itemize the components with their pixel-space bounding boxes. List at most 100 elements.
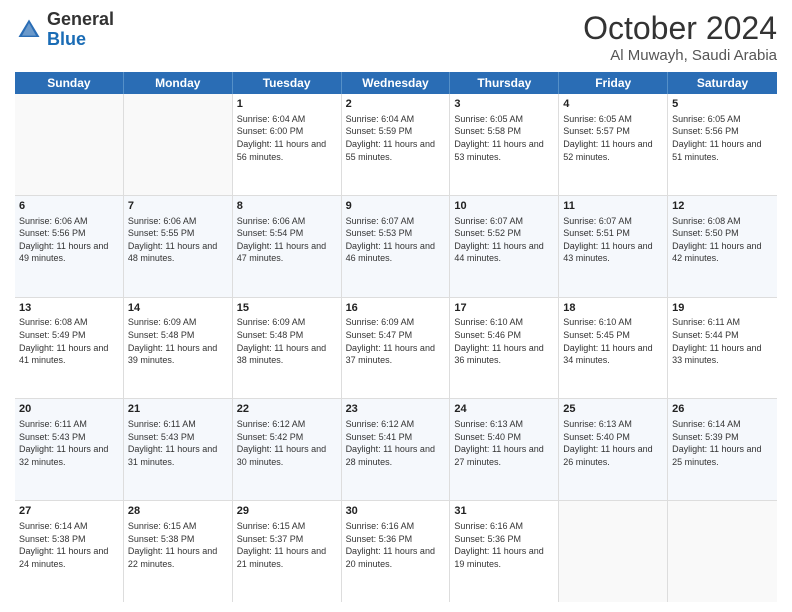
logo-blue: Blue	[47, 29, 86, 49]
day-number: 14	[128, 301, 228, 316]
day-number: 17	[454, 301, 554, 316]
cell-info: Sunrise: 6:16 AMSunset: 5:36 PMDaylight:…	[454, 520, 554, 570]
calendar-header-cell: Wednesday	[342, 72, 451, 94]
calendar-cell: 22Sunrise: 6:12 AMSunset: 5:42 PMDayligh…	[233, 399, 342, 500]
calendar-cell: 19Sunrise: 6:11 AMSunset: 5:44 PMDayligh…	[668, 298, 777, 399]
calendar-header-cell: Saturday	[668, 72, 777, 94]
day-number: 3	[454, 97, 554, 112]
logo-general: General	[47, 9, 114, 29]
day-number: 19	[672, 301, 773, 316]
calendar-cell	[559, 501, 668, 602]
day-number: 22	[237, 402, 337, 417]
day-number: 28	[128, 504, 228, 519]
calendar-cell: 21Sunrise: 6:11 AMSunset: 5:43 PMDayligh…	[124, 399, 233, 500]
calendar-header-cell: Tuesday	[233, 72, 342, 94]
calendar-cell: 30Sunrise: 6:16 AMSunset: 5:36 PMDayligh…	[342, 501, 451, 602]
day-number: 2	[346, 97, 446, 112]
calendar-header: SundayMondayTuesdayWednesdayThursdayFrid…	[15, 72, 777, 94]
cell-info: Sunrise: 6:09 AMSunset: 5:47 PMDaylight:…	[346, 316, 446, 366]
cell-info: Sunrise: 6:11 AMSunset: 5:43 PMDaylight:…	[128, 418, 228, 468]
cell-info: Sunrise: 6:10 AMSunset: 5:45 PMDaylight:…	[563, 316, 663, 366]
day-number: 30	[346, 504, 446, 519]
calendar-cell: 17Sunrise: 6:10 AMSunset: 5:46 PMDayligh…	[450, 298, 559, 399]
calendar-row: 6Sunrise: 6:06 AMSunset: 5:56 PMDaylight…	[15, 196, 777, 298]
calendar-cell: 9Sunrise: 6:07 AMSunset: 5:53 PMDaylight…	[342, 196, 451, 297]
day-number: 10	[454, 199, 554, 214]
cell-info: Sunrise: 6:08 AMSunset: 5:49 PMDaylight:…	[19, 316, 119, 366]
calendar: SundayMondayTuesdayWednesdayThursdayFrid…	[15, 72, 777, 602]
cell-info: Sunrise: 6:13 AMSunset: 5:40 PMDaylight:…	[563, 418, 663, 468]
calendar-cell: 18Sunrise: 6:10 AMSunset: 5:45 PMDayligh…	[559, 298, 668, 399]
day-number: 15	[237, 301, 337, 316]
day-number: 29	[237, 504, 337, 519]
calendar-header-cell: Friday	[559, 72, 668, 94]
title-block: October 2024 Al Muwayh, Saudi Arabia	[583, 10, 777, 64]
day-number: 26	[672, 402, 773, 417]
calendar-cell: 23Sunrise: 6:12 AMSunset: 5:41 PMDayligh…	[342, 399, 451, 500]
day-number: 13	[19, 301, 119, 316]
calendar-cell: 26Sunrise: 6:14 AMSunset: 5:39 PMDayligh…	[668, 399, 777, 500]
calendar-cell: 4Sunrise: 6:05 AMSunset: 5:57 PMDaylight…	[559, 94, 668, 195]
cell-info: Sunrise: 6:11 AMSunset: 5:44 PMDaylight:…	[672, 316, 773, 366]
cell-info: Sunrise: 6:14 AMSunset: 5:39 PMDaylight:…	[672, 418, 773, 468]
cell-info: Sunrise: 6:07 AMSunset: 5:53 PMDaylight:…	[346, 215, 446, 265]
day-number: 6	[19, 199, 119, 214]
day-number: 18	[563, 301, 663, 316]
day-number: 4	[563, 97, 663, 112]
day-number: 23	[346, 402, 446, 417]
cell-info: Sunrise: 6:14 AMSunset: 5:38 PMDaylight:…	[19, 520, 119, 570]
calendar-body: 1Sunrise: 6:04 AMSunset: 6:00 PMDaylight…	[15, 94, 777, 602]
cell-info: Sunrise: 6:06 AMSunset: 5:56 PMDaylight:…	[19, 215, 119, 265]
calendar-cell: 5Sunrise: 6:05 AMSunset: 5:56 PMDaylight…	[668, 94, 777, 195]
cell-info: Sunrise: 6:07 AMSunset: 5:51 PMDaylight:…	[563, 215, 663, 265]
day-number: 25	[563, 402, 663, 417]
header: General Blue October 2024 Al Muwayh, Sau…	[15, 10, 777, 64]
calendar-cell: 20Sunrise: 6:11 AMSunset: 5:43 PMDayligh…	[15, 399, 124, 500]
cell-info: Sunrise: 6:06 AMSunset: 5:55 PMDaylight:…	[128, 215, 228, 265]
day-number: 7	[128, 199, 228, 214]
cell-info: Sunrise: 6:10 AMSunset: 5:46 PMDaylight:…	[454, 316, 554, 366]
calendar-row: 27Sunrise: 6:14 AMSunset: 5:38 PMDayligh…	[15, 501, 777, 602]
logo-icon	[15, 16, 43, 44]
cell-info: Sunrise: 6:09 AMSunset: 5:48 PMDaylight:…	[128, 316, 228, 366]
cell-info: Sunrise: 6:05 AMSunset: 5:57 PMDaylight:…	[563, 113, 663, 163]
cell-info: Sunrise: 6:05 AMSunset: 5:56 PMDaylight:…	[672, 113, 773, 163]
cell-info: Sunrise: 6:15 AMSunset: 5:38 PMDaylight:…	[128, 520, 228, 570]
calendar-cell: 13Sunrise: 6:08 AMSunset: 5:49 PMDayligh…	[15, 298, 124, 399]
calendar-cell: 8Sunrise: 6:06 AMSunset: 5:54 PMDaylight…	[233, 196, 342, 297]
cell-info: Sunrise: 6:04 AMSunset: 6:00 PMDaylight:…	[237, 113, 337, 163]
calendar-header-cell: Monday	[124, 72, 233, 94]
calendar-cell: 12Sunrise: 6:08 AMSunset: 5:50 PMDayligh…	[668, 196, 777, 297]
calendar-cell: 15Sunrise: 6:09 AMSunset: 5:48 PMDayligh…	[233, 298, 342, 399]
page: General Blue October 2024 Al Muwayh, Sau…	[0, 0, 792, 612]
cell-info: Sunrise: 6:09 AMSunset: 5:48 PMDaylight:…	[237, 316, 337, 366]
calendar-cell: 7Sunrise: 6:06 AMSunset: 5:55 PMDaylight…	[124, 196, 233, 297]
calendar-cell: 29Sunrise: 6:15 AMSunset: 5:37 PMDayligh…	[233, 501, 342, 602]
cell-info: Sunrise: 6:06 AMSunset: 5:54 PMDaylight:…	[237, 215, 337, 265]
cell-info: Sunrise: 6:15 AMSunset: 5:37 PMDaylight:…	[237, 520, 337, 570]
calendar-header-cell: Sunday	[15, 72, 124, 94]
cell-info: Sunrise: 6:08 AMSunset: 5:50 PMDaylight:…	[672, 215, 773, 265]
calendar-cell: 24Sunrise: 6:13 AMSunset: 5:40 PMDayligh…	[450, 399, 559, 500]
location: Al Muwayh, Saudi Arabia	[583, 47, 777, 64]
day-number: 8	[237, 199, 337, 214]
calendar-cell	[124, 94, 233, 195]
calendar-cell: 2Sunrise: 6:04 AMSunset: 5:59 PMDaylight…	[342, 94, 451, 195]
calendar-cell: 10Sunrise: 6:07 AMSunset: 5:52 PMDayligh…	[450, 196, 559, 297]
day-number: 20	[19, 402, 119, 417]
cell-info: Sunrise: 6:12 AMSunset: 5:41 PMDaylight:…	[346, 418, 446, 468]
cell-info: Sunrise: 6:11 AMSunset: 5:43 PMDaylight:…	[19, 418, 119, 468]
cell-info: Sunrise: 6:04 AMSunset: 5:59 PMDaylight:…	[346, 113, 446, 163]
cell-info: Sunrise: 6:13 AMSunset: 5:40 PMDaylight:…	[454, 418, 554, 468]
cell-info: Sunrise: 6:07 AMSunset: 5:52 PMDaylight:…	[454, 215, 554, 265]
calendar-header-cell: Thursday	[450, 72, 559, 94]
day-number: 12	[672, 199, 773, 214]
calendar-cell	[15, 94, 124, 195]
day-number: 27	[19, 504, 119, 519]
calendar-row: 13Sunrise: 6:08 AMSunset: 5:49 PMDayligh…	[15, 298, 777, 400]
day-number: 1	[237, 97, 337, 112]
day-number: 16	[346, 301, 446, 316]
day-number: 9	[346, 199, 446, 214]
calendar-cell: 16Sunrise: 6:09 AMSunset: 5:47 PMDayligh…	[342, 298, 451, 399]
calendar-cell: 1Sunrise: 6:04 AMSunset: 6:00 PMDaylight…	[233, 94, 342, 195]
